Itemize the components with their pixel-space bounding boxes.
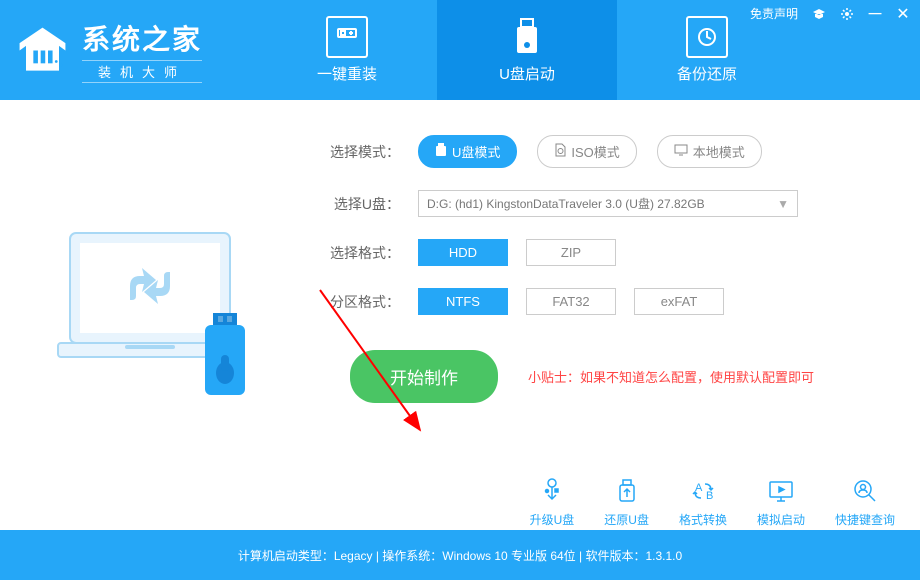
restore-icon <box>611 475 643 507</box>
tool-upgrade-usb[interactable]: 升级U盘 <box>530 475 575 528</box>
tabs: 一键重装 U盘启动 备份还原 <box>257 0 797 100</box>
convert-icon: AB <box>687 475 719 507</box>
status-text: 计算机启动类型：Legacy | 操作系统：Windows 10 专业版 64位… <box>238 547 682 564</box>
usb-dropdown[interactable]: D:G: (hd1) KingstonDataTraveler 3.0 (U盘)… <box>418 190 798 217</box>
format-row: 选择格式： HDD ZIP <box>330 239 880 266</box>
tab-reinstall[interactable]: 一键重装 <box>257 0 437 100</box>
form-pane: 选择模式： U盘模式 ISO模式 本地模式 选择U盘： D:G: <box>320 100 920 530</box>
monitor-play-icon <box>765 475 797 507</box>
usb-small-icon <box>435 143 447 160</box>
statusbar: 计算机启动类型：Legacy | 操作系统：Windows 10 专业版 64位… <box>0 530 920 580</box>
tool-label: 格式转换 <box>679 511 727 528</box>
usb-select-row: 选择U盘： D:G: (hd1) KingstonDataTraveler 3.… <box>330 190 880 217</box>
format-hdd-button[interactable]: HDD <box>418 239 508 266</box>
tool-format-convert[interactable]: AB 格式转换 <box>679 475 727 528</box>
tool-simulate-boot[interactable]: 模拟启动 <box>757 475 805 528</box>
backup-icon <box>686 16 728 58</box>
start-row: 开始制作 小贴士：如果不知道怎么配置，使用默认配置即可 <box>330 350 880 403</box>
format-label: 选择格式： <box>330 243 400 263</box>
partition-label: 分区格式： <box>330 292 400 312</box>
app-title: 系统之家 <box>82 18 202 58</box>
logo-section: 系统之家 装机大师 <box>0 18 217 83</box>
tool-restore-usb[interactable]: 还原U盘 <box>604 475 649 528</box>
tip-text: 小贴士：如果不知道怎么配置，使用默认配置即可 <box>528 367 814 386</box>
tab-label: 一键重装 <box>317 63 377 84</box>
tab-label: U盘启动 <box>499 63 555 84</box>
mode-label-text: 本地模式 <box>693 142 745 161</box>
header: 系统之家 装机大师 一键重装 U盘启动 备份还原 免责声明 <box>0 0 920 100</box>
tool-label: 模拟启动 <box>757 511 805 528</box>
usb-up-icon <box>536 475 568 507</box>
mode-usb-button[interactable]: U盘模式 <box>418 135 517 168</box>
chevron-down-icon: ▼ <box>777 197 789 211</box>
app-subtitle: 装机大师 <box>82 60 202 83</box>
file-icon <box>554 143 566 160</box>
graduation-icon[interactable] <box>812 7 826 21</box>
mode-row: 选择模式： U盘模式 ISO模式 本地模式 <box>330 135 880 168</box>
search-person-icon <box>849 475 881 507</box>
usb-icon <box>506 16 548 58</box>
tool-label: 升级U盘 <box>530 511 575 528</box>
tool-hotkey-query[interactable]: 快捷键查询 <box>835 475 895 528</box>
laptop-illustration <box>40 213 280 418</box>
logo-text: 系统之家 装机大师 <box>82 18 202 83</box>
usb-label: 选择U盘： <box>330 194 400 214</box>
start-button[interactable]: 开始制作 <box>350 350 498 403</box>
mode-label-text: U盘模式 <box>452 142 500 161</box>
tool-label: 还原U盘 <box>604 511 649 528</box>
partition-fat32-button[interactable]: FAT32 <box>526 288 616 315</box>
mode-label: 选择模式： <box>330 142 400 162</box>
close-icon[interactable]: ✕ <box>896 7 910 21</box>
monitor-small-icon <box>674 144 688 159</box>
svg-text:B: B <box>706 490 713 502</box>
disclaimer-link[interactable]: 免责声明 <box>750 5 798 22</box>
logo-icon <box>15 23 70 78</box>
settings-icon[interactable] <box>840 7 854 21</box>
mode-label-text: ISO模式 <box>571 142 619 161</box>
tab-label: 备份还原 <box>677 63 737 84</box>
partition-row: 分区格式： NTFS FAT32 exFAT <box>330 288 880 315</box>
main-content: 选择模式： U盘模式 ISO模式 本地模式 选择U盘： D:G: <box>0 100 920 530</box>
monitor-icon <box>326 16 368 58</box>
window-controls: 免责声明 ─ ✕ <box>750 5 910 22</box>
illustration-pane <box>0 100 320 530</box>
bottom-tools: 升级U盘 还原U盘 AB 格式转换 模拟启动 快捷键查询 <box>530 475 895 528</box>
format-zip-button[interactable]: ZIP <box>526 239 616 266</box>
partition-exfat-button[interactable]: exFAT <box>634 288 724 315</box>
tab-usb-boot[interactable]: U盘启动 <box>437 0 617 100</box>
tool-label: 快捷键查询 <box>835 511 895 528</box>
usb-value: D:G: (hd1) KingstonDataTraveler 3.0 (U盘)… <box>427 197 705 211</box>
mode-local-button[interactable]: 本地模式 <box>657 135 762 168</box>
mode-iso-button[interactable]: ISO模式 <box>537 135 636 168</box>
minimize-icon[interactable]: ─ <box>868 7 882 21</box>
partition-ntfs-button[interactable]: NTFS <box>418 288 508 315</box>
